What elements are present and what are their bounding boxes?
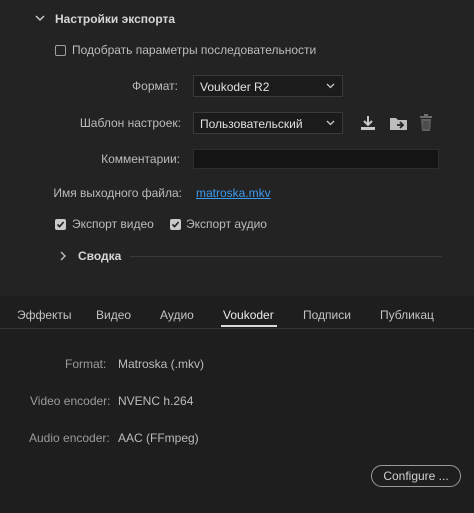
tab-publish[interactable]: Публикац bbox=[380, 308, 434, 322]
vk-audio-encoder-value: AAC (FFmpeg) bbox=[118, 431, 199, 445]
section-title: Настройки экспорта bbox=[55, 12, 176, 26]
format-value: Voukoder R2 bbox=[200, 80, 270, 94]
export-audio-checkbox[interactable] bbox=[170, 219, 181, 230]
collapse-chevron-icon[interactable] bbox=[35, 13, 45, 26]
folder-arrow-icon[interactable] bbox=[388, 114, 410, 135]
format-label: Формат: bbox=[132, 79, 178, 93]
output-name-link[interactable]: matroska.mkv bbox=[196, 186, 271, 200]
vk-format-value: Matroska (.mkv) bbox=[118, 357, 205, 371]
match-sequence-checkbox[interactable] bbox=[55, 45, 66, 56]
vk-audio-encoder-label: Audio encoder: bbox=[29, 431, 110, 445]
vk-video-encoder-label: Video encoder: bbox=[30, 394, 111, 408]
download-icon[interactable] bbox=[358, 114, 378, 135]
vk-format-label: Format: bbox=[65, 357, 107, 371]
export-video-checkbox[interactable] bbox=[55, 219, 66, 230]
tab-effects[interactable]: Эффекты bbox=[17, 308, 72, 322]
tab-voukoder[interactable]: Voukoder bbox=[223, 308, 274, 322]
chevron-right-icon[interactable] bbox=[59, 250, 67, 264]
chevron-down-icon bbox=[326, 81, 335, 92]
trash-icon[interactable] bbox=[417, 113, 435, 136]
match-sequence-label: Подобрать параметры последовательности bbox=[72, 43, 317, 57]
export-audio-label: Экспорт аудио bbox=[186, 217, 267, 231]
summary-divider bbox=[130, 256, 442, 257]
export-video-label: Экспорт видео bbox=[72, 217, 154, 231]
vk-video-encoder-value: NVENC h.264 bbox=[118, 394, 194, 408]
tab-audio[interactable]: Аудио bbox=[160, 308, 194, 322]
tabs-divider bbox=[0, 328, 474, 329]
summary-title[interactable]: Сводка bbox=[78, 249, 121, 263]
active-tab-indicator bbox=[221, 325, 277, 327]
tab-video[interactable]: Видео bbox=[96, 308, 131, 322]
preset-value: Пользовательский bbox=[200, 117, 303, 131]
tab-captions[interactable]: Подписи bbox=[303, 308, 351, 322]
comments-input[interactable] bbox=[193, 149, 439, 169]
comments-label: Комментарии: bbox=[101, 152, 180, 166]
chevron-down-icon bbox=[326, 118, 335, 129]
configure-button[interactable]: Configure ... bbox=[371, 465, 461, 487]
preset-label: Шаблон настроек: bbox=[79, 116, 181, 130]
preset-dropdown[interactable]: Пользовательский bbox=[193, 112, 343, 134]
format-dropdown[interactable]: Voukoder R2 bbox=[193, 75, 343, 97]
output-name-label: Имя выходного файла: bbox=[53, 186, 182, 200]
